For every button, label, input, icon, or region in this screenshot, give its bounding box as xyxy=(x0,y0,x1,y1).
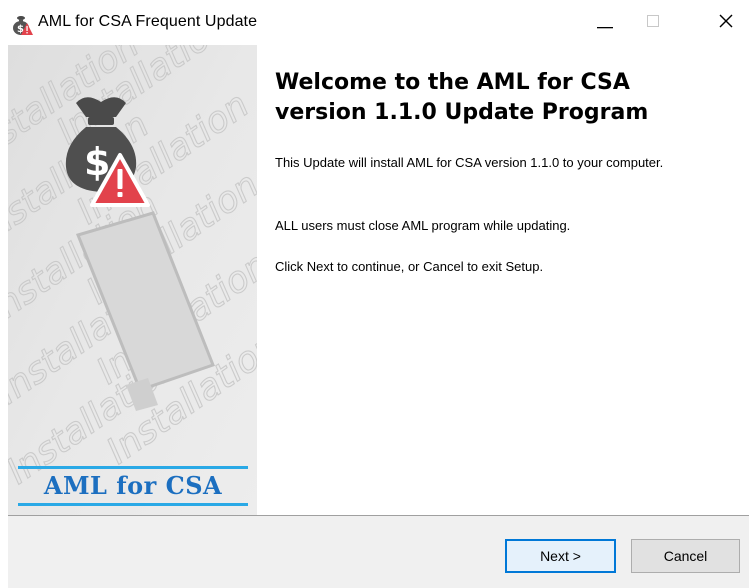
welcome-banner: Installation Installation Installation I… xyxy=(8,45,257,515)
brand-rule-top xyxy=(18,466,248,469)
brand-name: AML for CSA xyxy=(43,471,223,500)
close-program-notice: ALL users must close AML program while u… xyxy=(275,218,571,233)
next-button[interactable]: Next > xyxy=(505,539,616,573)
installer-window: $ AML for CSA Frequent Update Installati… xyxy=(0,0,749,588)
maximize-icon xyxy=(647,15,659,27)
close-button[interactable] xyxy=(700,0,749,45)
banner-artwork: Installation Installation Installation I… xyxy=(8,45,257,515)
money-bag-warning-icon: $ xyxy=(11,14,33,36)
close-icon xyxy=(719,14,733,28)
brand-rule-bottom xyxy=(18,503,248,506)
welcome-heading: Welcome to the AML for CSA version 1.1.0… xyxy=(275,70,649,125)
title-bar[interactable]: $ AML for CSA Frequent Update xyxy=(0,0,749,45)
brand-logo: AML for CSA xyxy=(18,466,248,506)
maximize-button[interactable] xyxy=(627,0,677,45)
window-title: AML for CSA Frequent Update xyxy=(38,13,258,30)
minimize-icon xyxy=(597,27,613,29)
cancel-button[interactable]: Cancel xyxy=(631,539,740,573)
continue-instruction: Click Next to continue, or Cancel to exi… xyxy=(275,259,544,274)
minimize-button[interactable] xyxy=(580,0,630,45)
install-description: This Update will install AML for CSA ver… xyxy=(275,155,664,170)
welcome-content: Welcome to the AML for CSA version 1.1.0… xyxy=(275,68,715,274)
